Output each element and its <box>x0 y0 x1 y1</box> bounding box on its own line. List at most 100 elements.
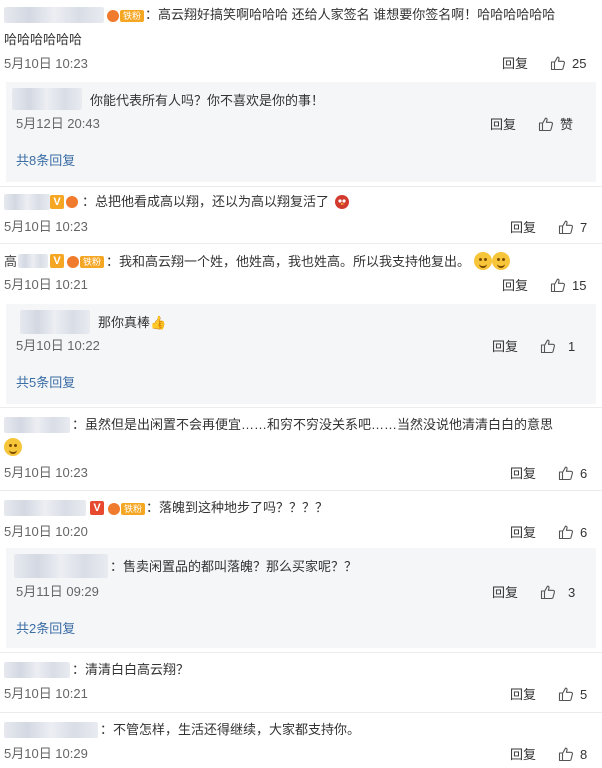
reply-button[interactable]: 回复 <box>502 277 528 295</box>
like-count: 8 <box>580 747 588 762</box>
verified-badge: V <box>90 501 104 515</box>
subreply-like-label: 赞 <box>560 117 574 132</box>
like-button[interactable] <box>558 219 574 235</box>
like-button[interactable] <box>558 686 574 702</box>
subreply-reply-button[interactable]: 回复 <box>492 338 518 356</box>
like-count: 25 <box>572 56 587 71</box>
comment-text: ：我和高云翔一个姓，他姓高，我也姓高。所以我支持他复出。 <box>106 251 510 273</box>
comment-date: 5月10日 10:21 <box>4 277 88 292</box>
subreply-like-button[interactable] <box>540 584 556 600</box>
thumb-up-icon <box>558 524 574 540</box>
divider <box>0 652 602 653</box>
comment-date: 5月10日 10:20 <box>4 524 88 539</box>
username[interactable] <box>4 722 98 738</box>
comment-text: ：总把他看成高以翔，还以为高以翔复活了 <box>82 191 351 213</box>
like-button[interactable] <box>558 524 574 540</box>
subreply-box: 你能代表所有人吗？你不喜欢是你的事！ 5月12日 20:43 回复 赞 共8条回… <box>6 82 596 182</box>
comment-text: ：清清白白高云翔？ <box>72 662 190 677</box>
comment-text-cont <box>4 437 22 459</box>
subreply-text: 你能代表所有人吗？你不喜欢是你的事！ <box>90 93 325 108</box>
subreply-text: ：售卖闲置品的都叫落魄？那么买家呢？？ <box>110 559 358 574</box>
thumb-up-icon <box>550 55 566 71</box>
fan-badge: 铁粉 <box>67 255 105 269</box>
divider <box>0 186 602 187</box>
more-replies-link[interactable]: 共8条回复 <box>16 152 75 170</box>
thumb-up-icon <box>538 116 554 132</box>
grin-emoji-icon <box>4 438 22 456</box>
subreply-like-count: 1 <box>568 339 576 354</box>
fan-badge <box>66 195 78 209</box>
subreply-box: 那你真棒👍 5月10日 10:22 回复 1 共5条回复 <box>6 304 596 404</box>
username[interactable] <box>4 417 70 433</box>
fan-badge: 铁粉 <box>107 9 145 23</box>
thumbs-up-emoji-icon: 👍 <box>150 315 167 330</box>
subreply-reply-button[interactable]: 回复 <box>492 584 518 602</box>
subreply-text-body: 那你真棒 <box>98 315 151 330</box>
comment-text-cont: 哈哈哈哈哈哈 <box>4 32 83 47</box>
like-count: 15 <box>572 278 587 293</box>
username[interactable] <box>4 194 50 210</box>
like-count: 6 <box>580 525 588 540</box>
divider <box>0 490 602 491</box>
thumb-up-icon <box>540 338 556 354</box>
thumb-up-icon <box>558 465 574 481</box>
subreply-username[interactable] <box>20 310 90 334</box>
divider <box>0 407 602 408</box>
reply-button[interactable]: 回复 <box>510 465 536 483</box>
reply-button[interactable]: 回复 <box>510 746 536 764</box>
comment-text: ：虽然但是出闲置不会再便宜……和穷不穷没关系吧……当然没说他清清白白的意思 <box>72 417 554 432</box>
username[interactable] <box>4 500 86 516</box>
username-prefix: 高 <box>4 254 18 269</box>
subreply-text: 那你真棒👍 <box>98 312 166 334</box>
more-replies-link[interactable]: 共5条回复 <box>16 374 75 392</box>
comment-text-body: ：总把他看成高以翔，还以为高以翔复活了 <box>82 194 330 209</box>
subreply-date: 5月10日 10:22 <box>16 338 100 353</box>
comment-text: ：落魄到这种地步了吗？？？？ <box>146 500 329 515</box>
angry-bird-emoji-icon <box>334 195 349 209</box>
thumb-up-icon <box>558 746 574 762</box>
reply-button[interactable]: 回复 <box>510 686 536 704</box>
comment-date: 5月10日 10:29 <box>4 746 88 761</box>
comment-date: 5月10日 10:23 <box>4 465 88 480</box>
fan-badge: 铁粉 <box>108 502 146 516</box>
like-button[interactable] <box>558 465 574 481</box>
reply-button[interactable]: 回复 <box>510 219 536 237</box>
comment-date: 5月10日 10:23 <box>4 219 88 234</box>
subreply-username[interactable] <box>14 554 108 578</box>
like-count: 6 <box>580 466 588 481</box>
like-count: 7 <box>580 220 588 235</box>
like-count: 5 <box>580 687 588 702</box>
thumb-up-icon <box>540 584 556 600</box>
thumb-up-icon <box>558 686 574 702</box>
comment-text-body: ：我和高云翔一个姓，他姓高，我也姓高。所以我支持他复出。 <box>106 254 471 269</box>
comment-text: ：不管怎样，生活还得继续，大家都支持你。 <box>100 722 361 737</box>
subreply-reply-button[interactable]: 回复 <box>490 116 516 134</box>
like-button[interactable] <box>558 746 574 762</box>
like-button[interactable] <box>550 277 566 293</box>
divider <box>0 243 602 244</box>
subreply-like-count: 3 <box>568 585 576 600</box>
username[interactable] <box>18 254 48 268</box>
username[interactable] <box>4 7 104 23</box>
subreply-username[interactable] <box>12 88 82 110</box>
reply-button[interactable]: 回复 <box>502 55 528 73</box>
verified-badge: V <box>50 254 64 268</box>
thumb-up-icon <box>558 219 574 235</box>
comment-date: 5月10日 10:23 <box>4 56 88 71</box>
more-replies-link[interactable]: 共2条回复 <box>16 620 75 638</box>
subreply-like-button[interactable] <box>540 338 556 354</box>
username[interactable] <box>4 662 70 678</box>
reply-button[interactable]: 回复 <box>510 524 536 542</box>
subreply-like-button[interactable] <box>538 116 554 132</box>
divider <box>0 712 602 713</box>
verified-badge: V <box>50 195 64 209</box>
comment-text: ：高云翔好搞笑啊哈哈哈 还给人家签名 谁想要你签名啊！哈哈哈哈哈哈 <box>145 7 556 22</box>
thumb-up-icon <box>550 277 566 293</box>
subreply-date: 5月11日 09:29 <box>16 584 99 599</box>
subreply-box: ：售卖闲置品的都叫落魄？那么买家呢？？ 5月11日 09:29 回复 3 共2条… <box>6 548 596 648</box>
like-button[interactable] <box>550 55 566 71</box>
smile-emoji-icon <box>473 252 492 270</box>
comment-date: 5月10日 10:21 <box>4 686 88 701</box>
subreply-date: 5月12日 20:43 <box>16 116 100 131</box>
smile-emoji-icon <box>491 252 510 270</box>
